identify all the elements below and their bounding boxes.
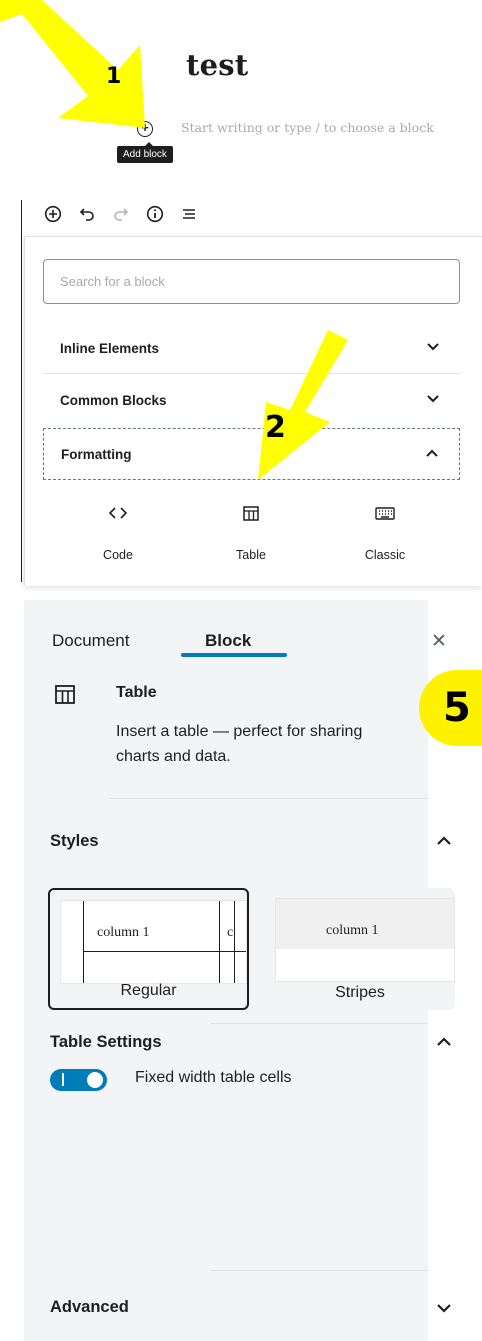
style-option-regular[interactable]: column 1 c Regular (48, 888, 249, 1010)
styles-panel-heading[interactable]: Styles (50, 832, 99, 851)
info-icon[interactable] (138, 203, 172, 225)
tab-document[interactable]: Document (52, 631, 129, 651)
style-preview: column 1 (275, 898, 455, 982)
preview-cell-clip: c (227, 925, 234, 940)
table-stripe (276, 949, 454, 981)
block-card-description: Insert a table — perfect for sharing cha… (116, 723, 363, 765)
table-grid-line (83, 951, 246, 952)
redo-icon[interactable] (104, 203, 138, 225)
code-icon (78, 502, 158, 524)
keyboard-icon (345, 502, 425, 524)
chevron-up-icon (422, 445, 442, 463)
advanced-panel-heading[interactable]: Advanced (50, 1298, 129, 1317)
table-settings-heading[interactable]: Table Settings (50, 1033, 162, 1052)
add-block-tooltip: Add block (117, 142, 173, 163)
divider (110, 798, 428, 799)
chevron-down-icon (423, 339, 443, 357)
divider (210, 1023, 428, 1024)
fixed-width-toggle-label[interactable]: Fixed width table cells (135, 1069, 292, 1087)
panel-label: Formatting (61, 446, 132, 462)
toggle-knob (87, 1072, 103, 1088)
active-tab-indicator (181, 653, 287, 657)
block-label: Code (103, 548, 133, 562)
annotation-arrow-2 (258, 330, 348, 480)
style-preview: column 1 c (60, 900, 247, 984)
toggle-on-mark (62, 1073, 64, 1086)
block-search-input[interactable] (43, 259, 460, 304)
chevron-up-icon[interactable] (436, 1031, 452, 1052)
block-item-code[interactable]: Code (78, 502, 158, 562)
editor-toolbar (36, 203, 206, 225)
divider (210, 1270, 428, 1271)
block-label: Classic (364, 548, 406, 562)
block-placeholder[interactable]: Start writing or type / to choose a bloc… (181, 120, 434, 135)
style-option-stripes[interactable]: column 1 Stripes (265, 888, 455, 1010)
block-card-title: Table (116, 684, 157, 701)
fixed-width-toggle[interactable] (50, 1069, 107, 1091)
plus-circle-icon[interactable] (36, 203, 70, 225)
chevron-down-icon[interactable] (436, 1298, 452, 1319)
annotation-arrow-1 (0, 0, 145, 128)
block-item-classic[interactable]: Classic (345, 502, 425, 562)
preview-cell-text: column 1 (97, 925, 150, 940)
panel-label: Inline Elements (60, 340, 160, 356)
list-view-icon[interactable] (172, 203, 206, 225)
tab-block[interactable]: Block (205, 631, 251, 651)
table-grid-line (83, 901, 84, 983)
close-icon[interactable]: ✕ (431, 630, 447, 653)
annotation-step-2: 2 (265, 410, 286, 445)
post-title[interactable]: test (186, 48, 248, 82)
table-icon (211, 502, 291, 524)
table-grid-line (234, 901, 235, 983)
table-grid-line (219, 901, 220, 983)
annotation-step-1: 1 (106, 64, 122, 89)
undo-icon[interactable] (70, 203, 104, 225)
table-icon (55, 685, 75, 704)
block-label: Table (236, 548, 266, 562)
chevron-up-icon[interactable] (436, 830, 452, 851)
block-item-table[interactable]: Table (211, 502, 291, 562)
panel-label: Common Blocks (60, 392, 167, 408)
annotation-step-5: 5 (443, 685, 471, 731)
style-label: Regular (120, 982, 177, 999)
chevron-down-icon (423, 391, 443, 409)
editor-border (21, 200, 22, 582)
style-label: Stripes (335, 984, 385, 1001)
preview-cell-text: column 1 (326, 923, 379, 938)
